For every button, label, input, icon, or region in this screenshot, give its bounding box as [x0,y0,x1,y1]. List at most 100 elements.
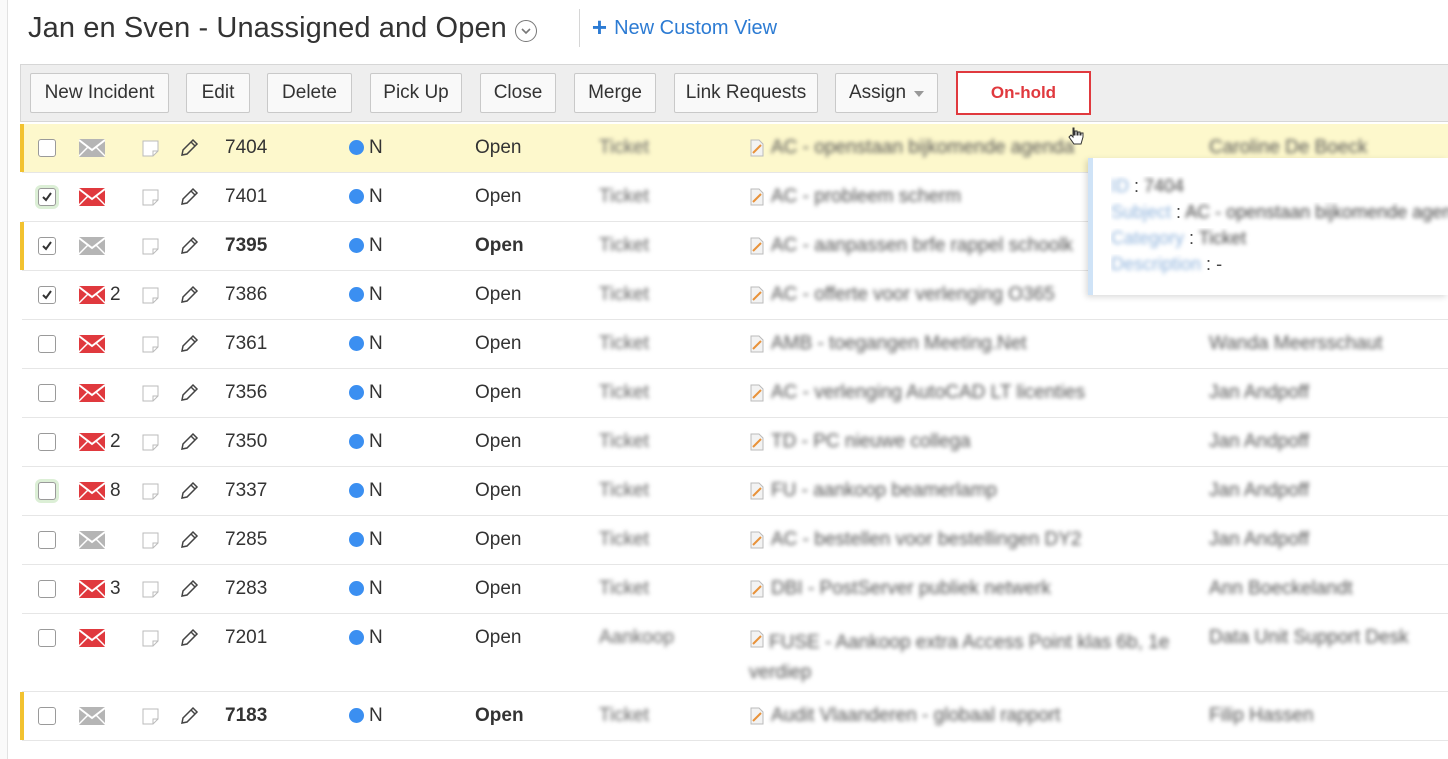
row-subject[interactable]: AC - offerte voor verlenging O365 [771,271,1055,319]
row-requester: Jan Andpoff [1209,480,1310,501]
row-checkbox[interactable] [38,482,56,500]
edit-pencil-icon[interactable] [178,418,200,466]
table-row[interactable]: 7285 N Open Ticket AC - bestellen voor b… [22,516,1448,565]
tooltip-subject-value: AC - openstaan bijkomende agenda [1185,202,1448,222]
edit-pencil-icon[interactable] [178,369,200,417]
table-row[interactable]: 7356 N Open Ticket AC - verlenging AutoC… [22,369,1448,418]
row-subject[interactable]: DBI - PostServer publiek netwerk [771,565,1051,613]
view-dropdown-icon[interactable] [514,19,537,42]
row-checkbox[interactable] [38,335,56,353]
row-request-id[interactable]: 7183 [225,692,267,740]
row-request-id[interactable]: 7201 [225,614,267,662]
table-row[interactable]: 7201 N Open Aankoop FUSE - Aankoop extra… [22,614,1448,692]
note-icon[interactable] [142,692,159,740]
row-request-id[interactable]: 7404 [225,124,267,172]
row-checkbox[interactable] [38,629,56,647]
row-checkbox[interactable] [38,237,56,255]
edit-pencil-icon[interactable] [178,467,200,515]
document-icon [749,692,765,740]
table-row[interactable]: 7183 N Open Ticket Audit Vlaanderen - gl… [20,692,1448,741]
row-subject[interactable]: AC - probleem scherm [771,173,961,221]
document-icon [749,565,765,613]
new-custom-view-link[interactable]: + New Custom View [591,12,777,42]
row-request-id[interactable]: 7401 [225,173,267,221]
edit-pencil-icon[interactable] [178,614,200,662]
row-request-id[interactable]: 7356 [225,369,267,417]
row-checkbox[interactable] [38,188,56,206]
note-icon[interactable] [142,418,159,466]
edit-button[interactable]: Edit [186,73,250,113]
row-request-id[interactable]: 7337 [225,467,267,515]
document-icon [749,320,765,368]
row-subject[interactable]: AC - openstaan bijkomende agenda [771,124,1074,172]
pick-up-button[interactable]: Pick Up [370,73,462,113]
edit-pencil-icon[interactable] [178,516,200,564]
document-icon [749,173,765,221]
row-subject[interactable]: AC - aanpassen brfe rappel schoolk [771,222,1073,270]
note-icon[interactable] [142,320,159,368]
document-icon [749,271,765,319]
edit-pencil-icon[interactable] [178,320,200,368]
table-row[interactable]: 8 7337 N Open Ticket FU - aankoop beamer… [22,467,1448,516]
row-request-id[interactable]: 7283 [225,565,267,613]
mail-icon [79,271,105,319]
mail-icon [79,418,105,466]
row-subject[interactable]: AC - verlenging AutoCAD LT licenties [771,369,1085,417]
row-subject[interactable]: Audit Vlaanderen - globaal rapport [771,692,1060,740]
close-button[interactable]: Close [480,73,556,113]
row-checkbox[interactable] [38,707,56,725]
table-row[interactable]: 2 7350 N Open Ticket TD - PC nieuwe coll… [22,418,1448,467]
row-request-id[interactable]: 7285 [225,516,267,564]
edit-pencil-icon[interactable] [178,124,200,172]
row-category: Ticket [599,705,649,726]
note-icon[interactable] [142,173,159,221]
assign-button[interactable]: Assign [835,73,938,113]
delete-button[interactable]: Delete [267,73,352,113]
note-icon[interactable] [142,614,159,662]
on-hold-button[interactable]: On-hold [956,71,1091,115]
row-priority: N [369,235,383,256]
row-checkbox[interactable] [38,433,56,451]
row-subject[interactable]: AC - bestellen voor bestellingen DY2 [771,516,1082,564]
row-checkbox[interactable] [38,580,56,598]
row-request-id[interactable]: 7386 [225,271,267,319]
edit-pencil-icon[interactable] [178,692,200,740]
row-status: Open [475,705,524,726]
edit-pencil-icon[interactable] [178,271,200,319]
edit-pencil-icon[interactable] [178,222,200,270]
document-icon [749,467,765,515]
note-icon[interactable] [142,516,159,564]
plus-icon: + [591,12,608,42]
edit-pencil-icon[interactable] [178,173,200,221]
edit-pencil-icon[interactable] [178,565,200,613]
note-icon[interactable] [142,124,159,172]
row-checkbox[interactable] [38,286,56,304]
row-request-id[interactable]: 7361 [225,320,267,368]
conversation-count: 8 [110,480,121,501]
row-subject[interactable]: FU - aankoop beamerlamp [771,467,997,515]
row-status: Open [475,186,522,207]
note-icon[interactable] [142,369,159,417]
merge-button[interactable]: Merge [574,73,656,113]
subject-cell[interactable]: FUSE - Aankoop extra Access Point klas 6… [749,614,1209,692]
row-subject: FUSE - Aankoop extra Access Point klas 6… [769,632,1170,654]
row-subject[interactable]: AMB - toegangen Meeting.Net [771,320,1027,368]
row-checkbox[interactable] [38,384,56,402]
row-requester: Wanda Meersschaut [1209,333,1383,354]
new-incident-button[interactable]: New Incident [30,73,169,113]
note-icon[interactable] [142,271,159,319]
header-separator [578,9,580,47]
note-icon[interactable] [142,565,159,613]
table-row[interactable]: 3 7283 N Open Ticket DBI - PostServer pu… [22,565,1448,614]
note-icon[interactable] [142,222,159,270]
row-request-id[interactable]: 7395 [225,222,267,270]
mail-icon [79,369,105,417]
row-subject[interactable]: TD - PC nieuwe collega [771,418,971,466]
row-request-id[interactable]: 7350 [225,418,267,466]
link-requests-button[interactable]: Link Requests [674,73,818,113]
row-checkbox[interactable] [38,531,56,549]
table-row[interactable]: 7361 N Open Ticket AMB - toegangen Meeti… [22,320,1448,369]
note-icon[interactable] [142,467,159,515]
row-checkbox[interactable] [38,139,56,157]
chevron-down-icon [914,91,925,97]
